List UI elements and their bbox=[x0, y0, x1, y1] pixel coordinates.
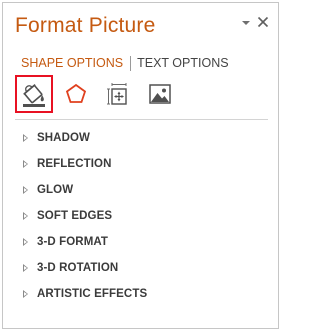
section-label: SHADOW bbox=[37, 132, 90, 144]
section-shadow[interactable]: SHADOW bbox=[3, 125, 278, 151]
picture-tab[interactable] bbox=[141, 75, 179, 113]
size-properties-tab[interactable] bbox=[99, 75, 137, 113]
expand-caret-icon bbox=[23, 264, 28, 272]
section-3d-rotation[interactable]: 3-D ROTATION bbox=[3, 255, 278, 281]
expand-caret-icon bbox=[23, 238, 28, 246]
expand-caret-icon bbox=[23, 160, 28, 168]
section-3d-format[interactable]: 3-D FORMAT bbox=[3, 229, 278, 255]
pane-title: Format Picture bbox=[15, 14, 156, 37]
size-properties-icon bbox=[107, 83, 127, 105]
tab-separator bbox=[130, 55, 132, 71]
effects-tab[interactable] bbox=[57, 75, 95, 113]
tab-shape-options[interactable]: SHAPE OPTIONS bbox=[21, 56, 123, 70]
tab-text-options[interactable]: TEXT OPTIONS bbox=[137, 56, 228, 70]
pane-close-button[interactable] bbox=[255, 14, 271, 30]
expand-caret-icon bbox=[23, 134, 28, 142]
fill-line-icon bbox=[23, 84, 45, 107]
section-label: ARTISTIC EFFECTS bbox=[37, 288, 148, 300]
pane-options-dropdown[interactable] bbox=[240, 15, 252, 29]
section-label: 3-D ROTATION bbox=[37, 262, 119, 274]
section-label: SOFT EDGES bbox=[37, 210, 113, 222]
section-glow[interactable]: GLOW bbox=[3, 177, 278, 203]
expand-caret-icon bbox=[23, 212, 28, 220]
section-label: 3-D FORMAT bbox=[37, 236, 109, 248]
section-soft-edges[interactable]: SOFT EDGES bbox=[3, 203, 278, 229]
format-picture-pane: Format Picture SHAPE OPTIONS TEXT OPTION… bbox=[2, 2, 279, 329]
chevron-down-icon bbox=[242, 21, 250, 25]
section-artistic-effects[interactable]: ARTISTIC EFFECTS bbox=[3, 281, 278, 307]
options-tabs: SHAPE OPTIONS TEXT OPTIONS bbox=[21, 55, 229, 71]
expand-caret-icon bbox=[23, 290, 28, 298]
effects-pentagon-icon bbox=[65, 83, 87, 103]
section-label: REFLECTION bbox=[37, 158, 112, 170]
fill-line-tab[interactable] bbox=[15, 75, 53, 113]
section-reflection[interactable]: REFLECTION bbox=[3, 151, 278, 177]
category-icon-row bbox=[15, 75, 265, 115]
section-divider bbox=[15, 119, 268, 120]
section-label: GLOW bbox=[37, 184, 74, 196]
expand-caret-icon bbox=[23, 186, 28, 194]
close-icon bbox=[257, 16, 269, 28]
effects-section-list: SHADOW REFLECTION GLOW SOFT EDGES 3-D FO… bbox=[3, 125, 278, 307]
picture-icon bbox=[149, 84, 171, 104]
